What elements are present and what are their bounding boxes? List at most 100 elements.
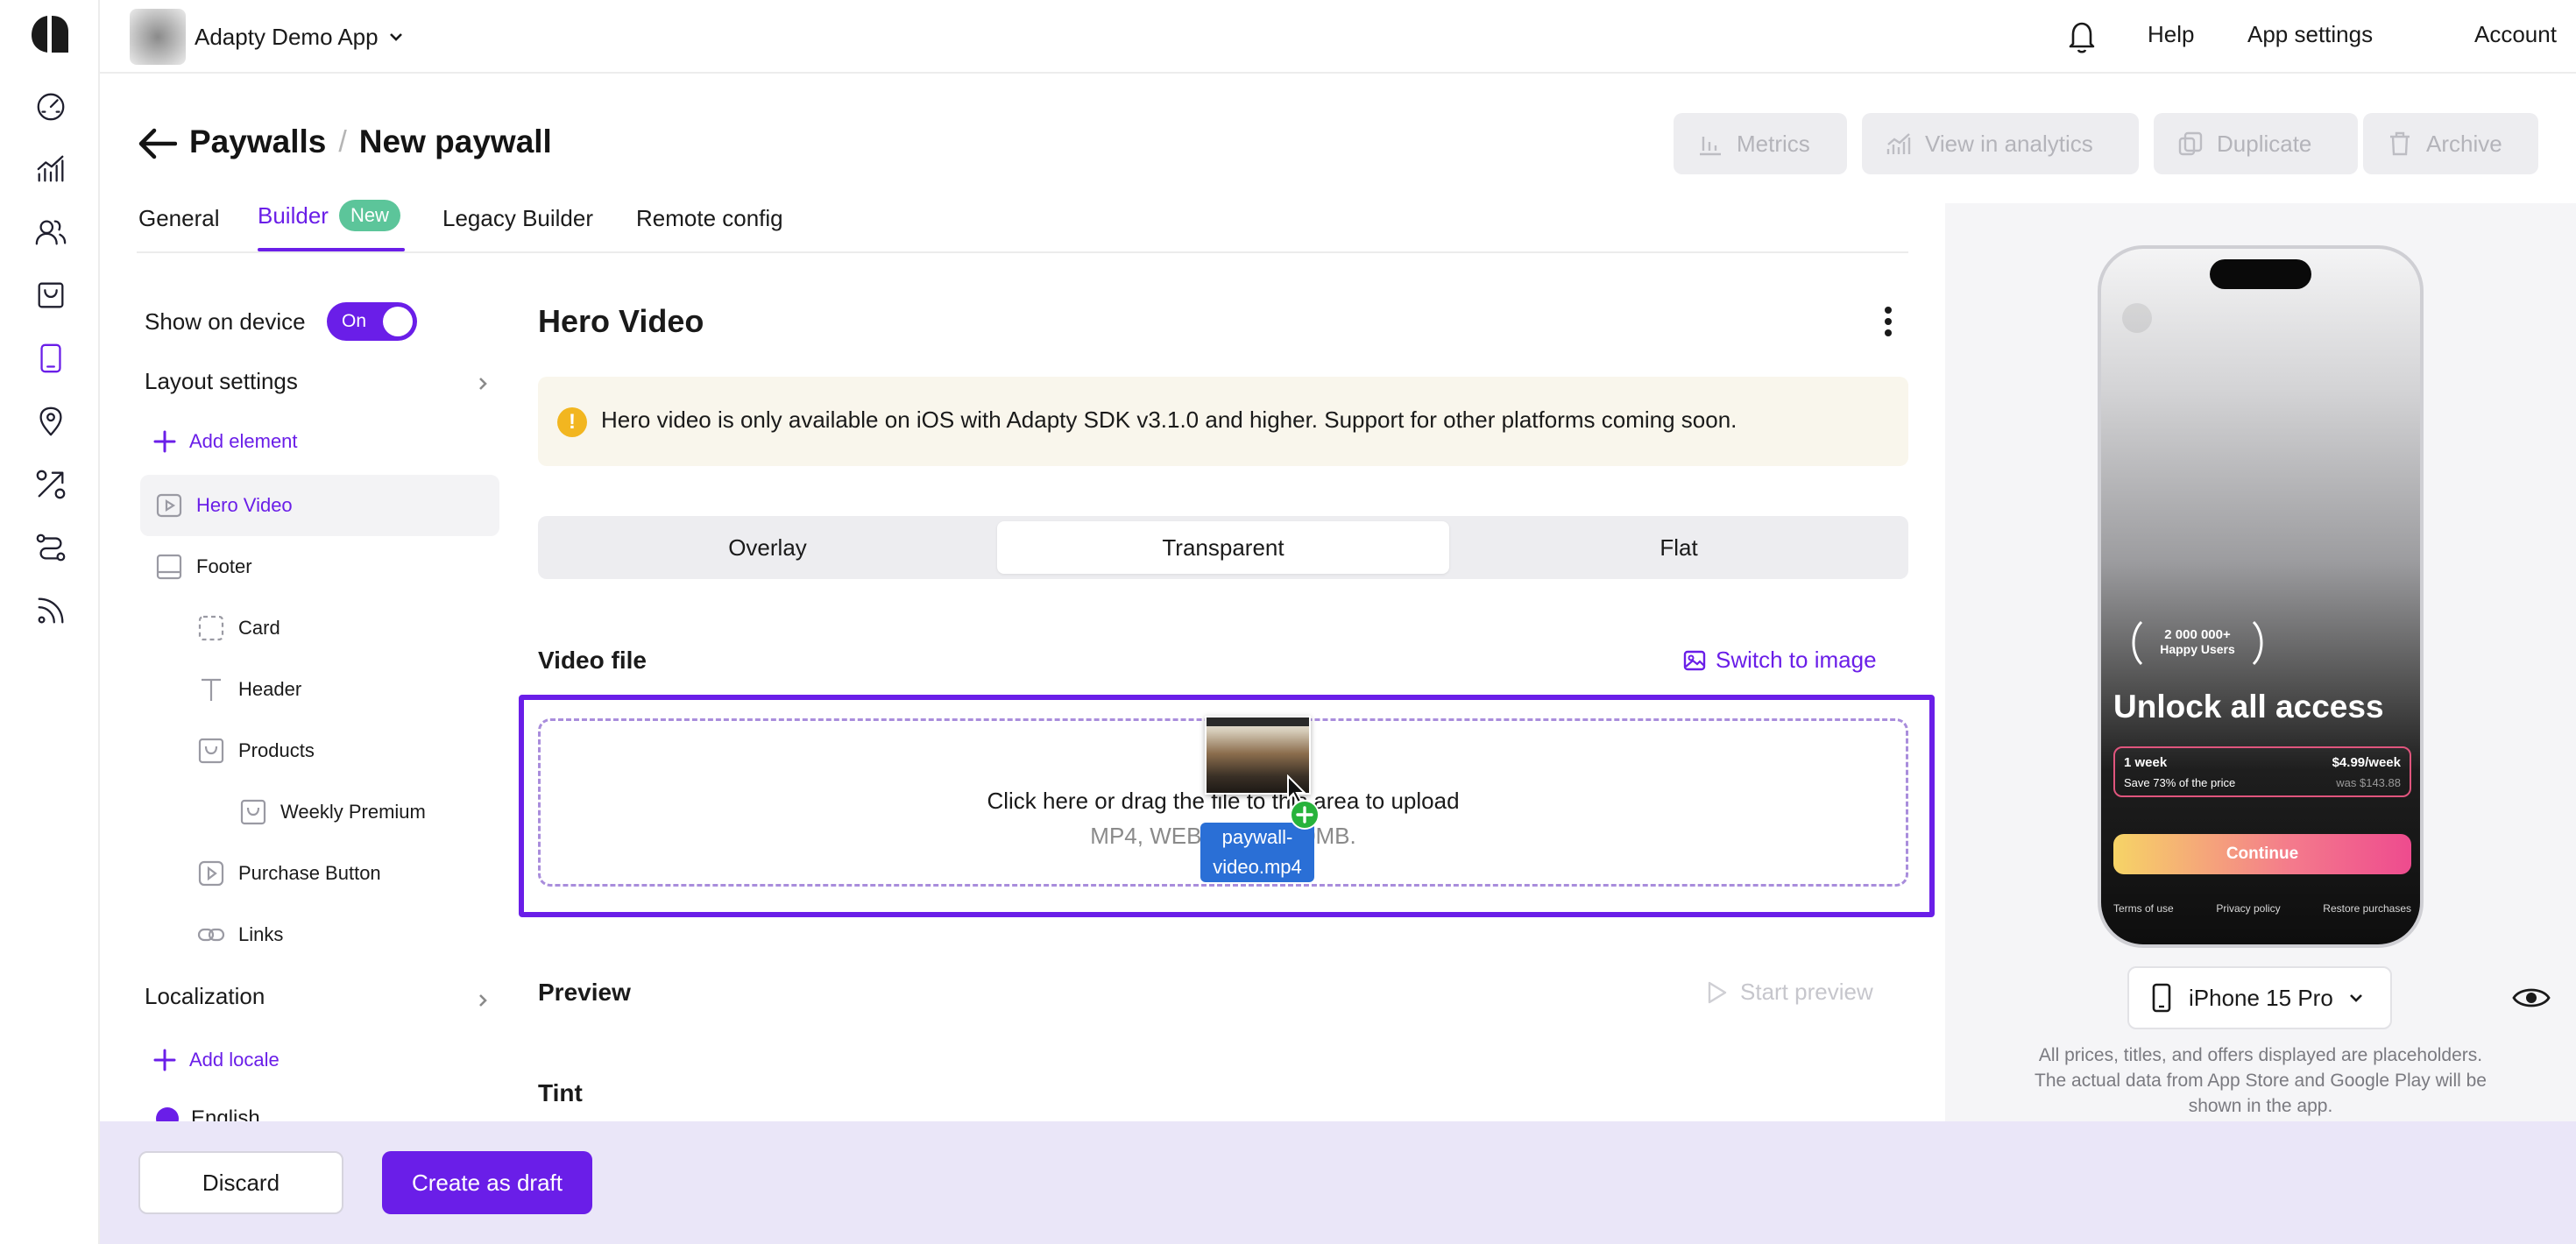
ab-tests-icon[interactable] bbox=[31, 464, 71, 505]
sidebar-item-weekly-premium[interactable]: Weekly Premium bbox=[238, 797, 426, 827]
left-rail bbox=[0, 0, 100, 1244]
app-avatar bbox=[130, 9, 186, 65]
video-file-label: Video file bbox=[538, 647, 647, 674]
copy-icon bbox=[2178, 131, 2203, 156]
tab-general[interactable]: General bbox=[138, 205, 220, 232]
sidebar-item-purchase-button[interactable]: Purchase Button bbox=[196, 859, 381, 888]
feed-icon[interactable] bbox=[31, 590, 71, 631]
show-on-device-label: Show on device bbox=[145, 308, 306, 335]
toggle-knob bbox=[383, 307, 413, 336]
products-icon[interactable] bbox=[31, 275, 71, 315]
duplicate-button[interactable]: Duplicate bbox=[2154, 113, 2358, 174]
archive-button[interactable]: Archive bbox=[2363, 113, 2538, 174]
chevron-right-icon bbox=[479, 378, 487, 390]
terms-link: Terms of use bbox=[2113, 902, 2174, 915]
social-proof-count: 2 000 000+ bbox=[2164, 627, 2231, 642]
create-draft-button[interactable]: Create as draft bbox=[382, 1151, 592, 1214]
localization-row[interactable]: Localization bbox=[145, 983, 492, 1014]
breadcrumb-separator: / bbox=[338, 124, 347, 159]
mode-flat[interactable]: Flat bbox=[1454, 521, 1903, 574]
close-icon bbox=[2122, 303, 2152, 333]
page-title: New paywall bbox=[358, 124, 552, 159]
localization-label: Localization bbox=[145, 983, 265, 1009]
device-selector[interactable]: iPhone 15 Pro bbox=[2127, 966, 2392, 1029]
back-arrow-icon[interactable] bbox=[137, 128, 178, 159]
bar-chart-icon bbox=[1700, 137, 1721, 156]
image-icon bbox=[1683, 650, 1706, 670]
phone-icon bbox=[2152, 983, 2171, 1013]
preview-disclaimer: All prices, titles, and offers displayed… bbox=[2035, 1045, 2487, 1116]
privacy-link: Privacy policy bbox=[2216, 902, 2281, 915]
product-card: 1 week $4.99/week Save 73% of the price … bbox=[2113, 746, 2411, 797]
sidebar-item-hero-video[interactable]: Hero Video bbox=[154, 491, 293, 520]
app-name: Adapty Demo App bbox=[195, 23, 379, 50]
sidebar-item-products[interactable]: Products bbox=[196, 736, 315, 766]
app-settings-link[interactable]: App settings bbox=[2247, 21, 2373, 48]
tint-label: Tint bbox=[538, 1079, 583, 1106]
sidebar-item-card[interactable]: Card bbox=[196, 613, 280, 643]
drag-file-name: paywall-video.mp4 bbox=[1200, 823, 1314, 882]
breadcrumb: Paywalls / New paywall bbox=[189, 124, 552, 160]
dynamic-island bbox=[2210, 259, 2311, 289]
play-icon bbox=[196, 859, 226, 888]
plus-icon bbox=[153, 1049, 176, 1071]
users-icon[interactable] bbox=[31, 212, 71, 252]
mode-transparent[interactable]: Transparent bbox=[997, 521, 1449, 574]
tab-remote-config[interactable]: Remote config bbox=[636, 205, 783, 232]
breadcrumb-paywalls[interactable]: Paywalls bbox=[189, 124, 326, 160]
sidebar-item-links[interactable]: Links bbox=[196, 920, 283, 950]
paywall-links: Terms of use Privacy policy Restore purc… bbox=[2113, 902, 2411, 915]
preview-label: Preview bbox=[538, 979, 631, 1006]
tab-builder[interactable]: Builder New bbox=[258, 200, 400, 231]
mode-overlay[interactable]: Overlay bbox=[543, 521, 992, 574]
add-element-button[interactable]: Add element bbox=[152, 429, 298, 454]
adapty-logo[interactable] bbox=[28, 12, 72, 56]
layout-settings-row[interactable]: Layout settings bbox=[145, 368, 492, 399]
product-save: Save 73% of the price bbox=[2124, 776, 2236, 789]
footer-icon bbox=[154, 552, 184, 582]
card-icon bbox=[196, 613, 226, 643]
sidebar-item-footer[interactable]: Footer bbox=[154, 552, 252, 582]
tab-builder-label: Builder bbox=[258, 201, 329, 229]
start-preview-button[interactable]: Start preview bbox=[1703, 979, 1873, 1006]
metrics-button[interactable]: Metrics bbox=[1674, 113, 1847, 174]
paywall-headline: Unlock all access bbox=[2113, 689, 2384, 724]
switch-to-image-link[interactable]: Switch to image bbox=[1682, 647, 1877, 674]
footer-bar: Discard Create as draft bbox=[100, 1121, 2576, 1244]
device-name: iPhone 15 Pro bbox=[2189, 984, 2333, 1011]
integrations-icon[interactable] bbox=[31, 527, 71, 568]
chevron-right-icon bbox=[479, 994, 487, 1007]
add-locale-button[interactable]: Add locale bbox=[152, 1048, 280, 1072]
eye-icon[interactable] bbox=[2511, 983, 2551, 1013]
product-name: 1 week bbox=[2124, 755, 2168, 770]
analytics-icon[interactable] bbox=[31, 149, 71, 189]
restore-link: Restore purchases bbox=[2323, 902, 2411, 915]
more-options-icon[interactable] bbox=[1875, 303, 1901, 340]
products-icon bbox=[196, 736, 226, 766]
help-link[interactable]: Help bbox=[2148, 21, 2194, 48]
trash-icon bbox=[2390, 131, 2410, 156]
top-bar: Adapty Demo App Help App settings Accoun… bbox=[100, 0, 2576, 74]
discard-button[interactable]: Discard bbox=[138, 1151, 343, 1214]
plus-icon bbox=[153, 430, 176, 453]
new-badge: New bbox=[338, 200, 400, 231]
bell-icon[interactable] bbox=[2064, 18, 2099, 54]
continue-button: Continue bbox=[2113, 834, 2411, 874]
placements-icon[interactable] bbox=[31, 401, 71, 442]
product-price: $4.99/week bbox=[2332, 755, 2401, 770]
analytics-icon bbox=[1886, 133, 1911, 154]
sidebar-item-header[interactable]: Header bbox=[196, 675, 301, 704]
text-icon bbox=[196, 675, 226, 704]
product-was: was $143.88 bbox=[2336, 776, 2401, 789]
account-link[interactable]: Account bbox=[2474, 21, 2557, 48]
show-on-device-toggle[interactable]: On bbox=[327, 302, 417, 341]
paywalls-icon[interactable] bbox=[31, 338, 71, 378]
dashboard-icon[interactable] bbox=[31, 86, 71, 126]
view-analytics-button[interactable]: View in analytics bbox=[1862, 113, 2139, 174]
tab-legacy-builder[interactable]: Legacy Builder bbox=[442, 205, 593, 232]
link-icon bbox=[196, 920, 226, 950]
layout-settings-label: Layout settings bbox=[145, 368, 298, 394]
phone-preview: 2 000 000+ Happy Users Unlock all access… bbox=[2098, 245, 2424, 948]
app-selector[interactable]: Adapty Demo App bbox=[130, 9, 405, 65]
copy-plus-icon bbox=[1290, 800, 1320, 830]
